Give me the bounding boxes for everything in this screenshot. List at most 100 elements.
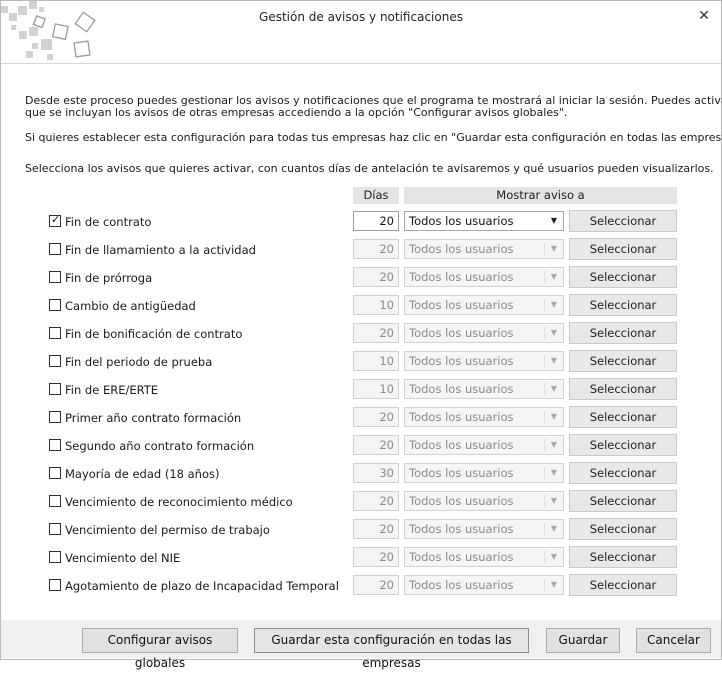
select-users-button[interactable]: Seleccionar <box>569 350 677 372</box>
select-users-button[interactable]: Seleccionar <box>569 518 677 540</box>
days-input[interactable]: 30 <box>353 463 399 483</box>
column-header-days: Días <box>353 187 399 204</box>
notification-label: Fin de ERE/ERTE <box>65 383 159 397</box>
users-dropdown-value: Todos los usuarios <box>409 326 514 340</box>
notification-checkbox[interactable] <box>49 439 61 451</box>
days-input[interactable]: 20 <box>353 323 399 343</box>
chevron-down-icon: ▼ <box>550 244 557 253</box>
checkmark-icon: ✓ <box>51 213 61 226</box>
chevron-down-icon: ▼ <box>550 328 557 337</box>
select-users-button[interactable]: Seleccionar <box>569 238 677 260</box>
notification-checkbox[interactable] <box>49 579 61 591</box>
users-dropdown[interactable]: Todos los usuarios ▼ <box>404 323 564 343</box>
days-input[interactable]: 10 <box>353 295 399 315</box>
notification-label: Vencimiento de reconocimiento médico <box>65 495 293 509</box>
select-users-button[interactable]: Seleccionar <box>569 490 677 512</box>
save-all-companies-button[interactable]: Guardar esta configuración en todas las … <box>254 628 529 670</box>
days-input[interactable]: 20 <box>353 407 399 427</box>
users-dropdown[interactable]: Todos los usuarios ▼ <box>404 435 564 455</box>
notification-row: ✓ Fin de contrato 20 Todos los usuarios ▼ Sel… <box>0 210 720 234</box>
dropdown-divider <box>544 551 545 563</box>
days-input[interactable]: 20 <box>353 491 399 511</box>
notification-label: Vencimiento del NIE <box>65 551 181 565</box>
users-dropdown[interactable]: Todos los usuarios ▼ <box>404 547 564 567</box>
dropdown-divider <box>544 411 545 423</box>
select-users-button[interactable]: Seleccionar <box>569 574 677 596</box>
days-input[interactable]: 20 <box>353 519 399 539</box>
users-dropdown-value: Todos los usuarios <box>409 214 514 228</box>
users-dropdown[interactable]: Todos los usuarios ▼ <box>404 211 564 231</box>
days-input[interactable]: 20 <box>353 211 399 231</box>
chevron-down-icon: ▼ <box>550 496 557 505</box>
notification-label: Fin de llamamiento a la actividad <box>65 243 256 257</box>
select-users-button[interactable]: Seleccionar <box>569 322 677 344</box>
notification-row: Fin del periodo de prueba 10 Todos los usu… <box>0 350 720 374</box>
users-dropdown[interactable]: Todos los usuarios ▼ <box>404 407 564 427</box>
days-input[interactable]: 20 <box>353 435 399 455</box>
dropdown-divider <box>544 271 545 283</box>
chevron-down-icon: ▼ <box>550 468 557 477</box>
users-dropdown[interactable]: Todos los usuarios ▼ <box>404 267 564 287</box>
notification-checkbox[interactable] <box>49 495 61 507</box>
configure-global-button[interactable]: Configurar avisos globales <box>82 628 238 670</box>
users-dropdown[interactable]: Todos los usuarios ▼ <box>404 379 564 399</box>
dropdown-divider <box>544 495 545 507</box>
notification-label: Fin de contrato <box>65 215 152 229</box>
users-dropdown[interactable]: Todos los usuarios ▼ <box>404 463 564 483</box>
notification-checkbox[interactable]: ✓ <box>49 213 61 227</box>
notification-checkbox[interactable] <box>49 271 61 283</box>
select-users-button[interactable]: Seleccionar <box>569 266 677 288</box>
days-input[interactable]: 20 <box>353 267 399 287</box>
days-input[interactable]: 20 <box>353 575 399 595</box>
select-users-button[interactable]: Seleccionar <box>569 378 677 400</box>
chevron-down-icon: ▼ <box>550 384 557 393</box>
notification-checkbox[interactable] <box>49 327 61 339</box>
notification-checkbox[interactable] <box>49 383 61 395</box>
header-divider <box>1 63 721 64</box>
select-users-button[interactable]: Seleccionar <box>569 546 677 568</box>
notification-row: Vencimiento del permiso de trabajo 20 Todo… <box>0 518 720 542</box>
select-users-button[interactable]: Seleccionar <box>569 210 677 232</box>
users-dropdown-value: Todos los usuarios <box>409 242 514 256</box>
notification-checkbox[interactable] <box>49 467 61 479</box>
dropdown-divider <box>544 327 545 339</box>
users-dropdown-value: Todos los usuarios <box>409 578 514 592</box>
days-input[interactable]: 10 <box>353 379 399 399</box>
notification-label: Fin de bonificación de contrato <box>65 327 243 341</box>
cancel-button[interactable]: Cancelar <box>636 628 711 653</box>
users-dropdown[interactable]: Todos los usuarios ▼ <box>404 295 564 315</box>
notification-checkbox[interactable] <box>49 299 61 311</box>
notification-row: Fin de prórroga 20 Todos los usuarios ▼ Sele… <box>0 266 720 290</box>
users-dropdown-value: Todos los usuarios <box>409 410 514 424</box>
select-users-button[interactable]: Seleccionar <box>569 406 677 428</box>
close-icon[interactable]: ✕ <box>693 5 715 27</box>
users-dropdown[interactable]: Todos los usuarios ▼ <box>404 351 564 371</box>
select-users-button[interactable]: Seleccionar <box>569 434 677 456</box>
days-input[interactable]: 20 <box>353 239 399 259</box>
chevron-down-icon: ▼ <box>550 524 557 533</box>
notification-row: Fin de llamamiento a la actividad 20 Todos… <box>0 238 720 262</box>
days-input[interactable]: 20 <box>353 547 399 567</box>
dropdown-divider <box>544 383 545 395</box>
users-dropdown[interactable]: Todos los usuarios ▼ <box>404 491 564 511</box>
dropdown-divider <box>544 523 545 535</box>
users-dropdown[interactable]: Todos los usuarios ▼ <box>404 575 564 595</box>
chevron-down-icon: ▼ <box>550 440 557 449</box>
notification-row: Primer año contrato formación 20 Todos los… <box>0 406 720 430</box>
notification-checkbox[interactable] <box>49 411 61 423</box>
select-users-button[interactable]: Seleccionar <box>569 462 677 484</box>
notification-label: Fin del periodo de prueba <box>65 355 213 369</box>
users-dropdown[interactable]: Todos los usuarios ▼ <box>404 239 564 259</box>
notification-row: Vencimiento del NIE 20 Todos los usuarios ▼… <box>0 546 720 570</box>
days-input[interactable]: 10 <box>353 351 399 371</box>
notification-checkbox[interactable] <box>49 355 61 367</box>
select-users-button[interactable]: Seleccionar <box>569 294 677 316</box>
notification-checkbox[interactable] <box>49 551 61 563</box>
users-dropdown[interactable]: Todos los usuarios ▼ <box>404 519 564 539</box>
notification-label: Agotamiento de plazo de Incapacidad Temp… <box>65 579 339 593</box>
save-button[interactable]: Guardar <box>546 628 620 653</box>
notification-checkbox[interactable] <box>49 243 61 255</box>
notification-checkbox[interactable] <box>49 523 61 535</box>
chevron-down-icon: ▼ <box>550 216 557 225</box>
chevron-down-icon: ▼ <box>550 580 557 589</box>
